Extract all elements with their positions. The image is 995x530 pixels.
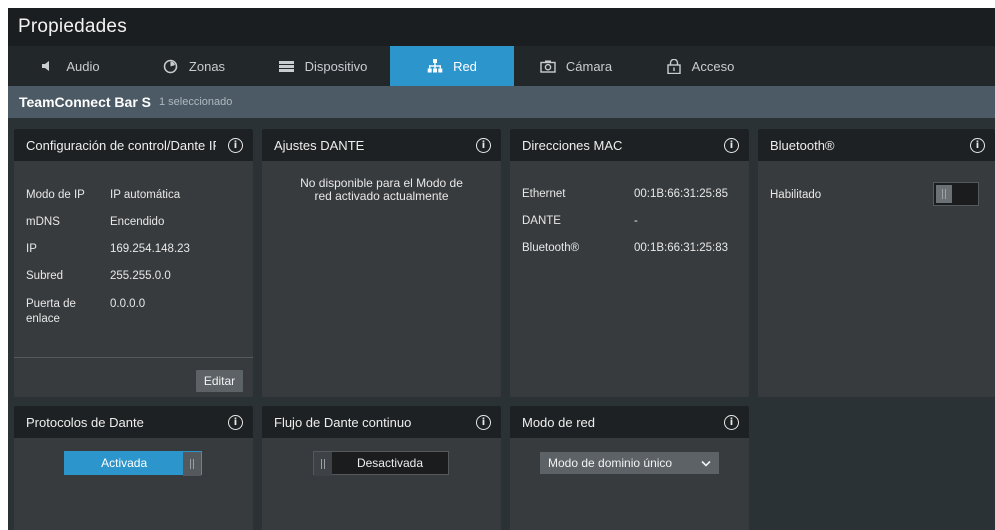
- card-header: Protocolos de Dante i: [14, 406, 253, 438]
- kv-key: Puerta de enlace: [26, 298, 76, 325]
- tab-network-label: Red: [453, 58, 477, 74]
- edit-button[interactable]: Editar: [196, 370, 243, 392]
- kv-value: 169.254.148.23: [110, 243, 190, 255]
- tab-audio[interactable]: Audio: [8, 46, 132, 86]
- mac-key: Ethernet: [522, 188, 566, 200]
- zones-icon: [163, 58, 179, 74]
- network-icon: [427, 58, 443, 74]
- card-title: Bluetooth®: [770, 137, 835, 153]
- title-bar: Propiedades: [8, 8, 995, 46]
- info-icon[interactable]: i: [228, 137, 243, 153]
- toggle-state-label: Desactivada: [356, 456, 424, 470]
- card-header: Configuración de control/Dante IP i: [14, 129, 253, 161]
- bluetooth-label: Habilitado: [770, 189, 822, 201]
- card-header: Ajustes DANTE i: [262, 129, 501, 161]
- device-icon: [279, 58, 295, 74]
- mac-value: 00:1B:66:31:25:85: [634, 188, 728, 200]
- tab-device-label: Dispositivo: [304, 58, 368, 74]
- kv-key: Subred: [26, 270, 64, 282]
- mac-key: DANTE: [522, 215, 561, 227]
- camera-icon: [540, 58, 556, 74]
- dante-flow-card: Flujo de Dante continuo i Desactivada: [262, 406, 501, 530]
- tab-camera[interactable]: Cámara: [514, 46, 638, 86]
- card-title: Configuración de control/Dante IP: [26, 137, 216, 153]
- bluetooth-card: Bluetooth® i Habilitado: [758, 129, 995, 397]
- kv-key: mDNS: [26, 216, 60, 228]
- toggle-state-label: Activada: [65, 452, 184, 474]
- card-header: Modo de red i: [510, 406, 749, 438]
- mac-addresses-card: Direcciones MAC i Ethernet 00:1B:66:31:2…: [510, 129, 749, 397]
- window-title: Propiedades: [18, 16, 127, 37]
- card-header: Flujo de Dante continuo i: [262, 406, 501, 438]
- tab-audio-label: Audio: [66, 58, 100, 74]
- mac-key: Bluetooth®: [522, 242, 580, 254]
- mac-value: 00:1B:66:31:25:83: [634, 242, 728, 254]
- toggle-knob: [314, 452, 332, 476]
- chevron-down-icon: [701, 456, 711, 470]
- tab-zones[interactable]: Zonas: [132, 46, 256, 86]
- unavailable-message: No disponible para el Modo de red activa…: [300, 176, 463, 203]
- tab-zones-label: Zonas: [188, 58, 226, 74]
- info-icon[interactable]: i: [476, 137, 491, 153]
- card-title: Modo de red: [522, 414, 595, 430]
- dante-flow-toggle[interactable]: Desactivada: [313, 451, 449, 476]
- card-title: Direcciones MAC: [522, 137, 623, 153]
- card-header: Direcciones MAC i: [510, 129, 749, 161]
- toggle-knob: [183, 452, 201, 476]
- kv-key: IP: [26, 243, 37, 255]
- tab-bar: Audio Zonas Dispositivo Red Cámara Acces…: [8, 46, 995, 86]
- card-title: Ajustes DANTE: [274, 137, 365, 153]
- tab-camera-label: Cámara: [565, 58, 613, 74]
- properties-window: Propiedades Audio Zonas Dispositivo Red: [8, 8, 995, 530]
- info-icon[interactable]: i: [724, 137, 739, 153]
- info-icon[interactable]: i: [476, 414, 491, 430]
- card-header: Bluetooth® i: [758, 129, 995, 161]
- speaker-icon: [40, 58, 56, 74]
- info-icon[interactable]: i: [228, 414, 243, 430]
- kv-key: Modo de IP: [26, 189, 85, 201]
- lock-icon: [666, 58, 682, 74]
- tab-network[interactable]: Red: [390, 46, 514, 86]
- info-icon[interactable]: i: [724, 414, 739, 430]
- card-title: Flujo de Dante continuo: [274, 414, 412, 430]
- select-value: Modo de dominio único: [548, 456, 673, 470]
- kv-value: 0.0.0.0: [110, 298, 146, 310]
- bluetooth-toggle[interactable]: [933, 182, 979, 206]
- control-config-card: Configuración de control/Dante IP i Modo…: [14, 129, 253, 397]
- kv-value: 255.255.0.0: [110, 270, 171, 282]
- dante-protocols-card: Protocolos de Dante i Activada: [14, 406, 253, 530]
- selection-count: 1 seleccionado: [159, 96, 233, 108]
- network-mode-card: Modo de red i Modo de dominio único: [510, 406, 749, 530]
- toggle-knob: [936, 185, 952, 203]
- tab-access[interactable]: Acceso: [638, 46, 762, 86]
- device-name: TeamConnect Bar S: [19, 94, 151, 110]
- card-title: Protocolos de Dante: [26, 414, 144, 430]
- divider: [14, 357, 253, 358]
- dante-protocols-toggle[interactable]: Activada: [64, 451, 202, 476]
- network-mode-select[interactable]: Modo de dominio único: [540, 452, 719, 474]
- kv-value: IP automática: [110, 189, 181, 201]
- tab-device[interactable]: Dispositivo: [256, 46, 390, 86]
- kv-value: Encendido: [110, 216, 165, 228]
- mac-value: -: [634, 215, 638, 227]
- info-icon[interactable]: i: [970, 137, 985, 153]
- dante-settings-card: Ajustes DANTE i No disponible para el Mo…: [262, 129, 501, 397]
- device-header: TeamConnect Bar S 1 seleccionado: [8, 86, 995, 118]
- tab-access-label: Acceso: [691, 58, 735, 74]
